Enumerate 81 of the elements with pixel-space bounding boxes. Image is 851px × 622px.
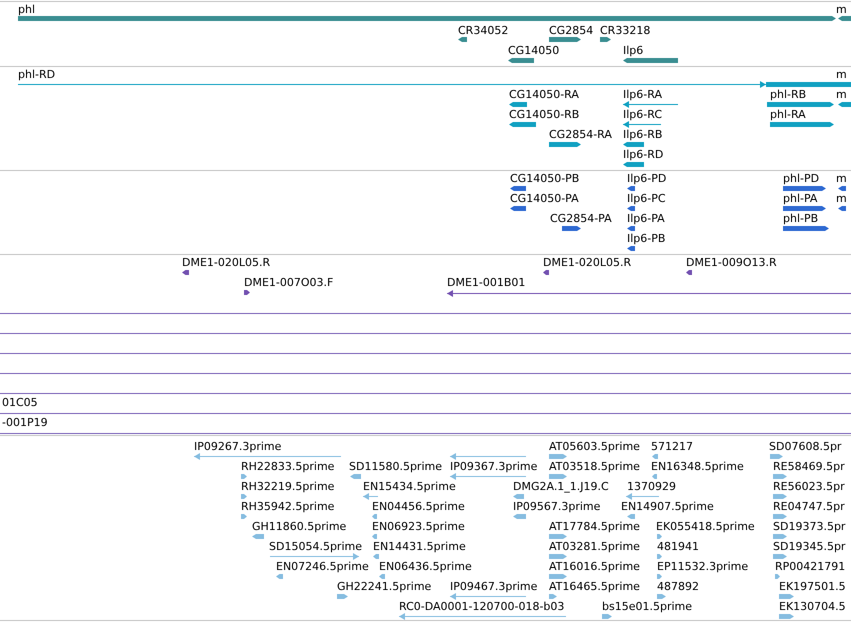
feature-label: AT03518.5prime: [549, 460, 640, 473]
feature-label: EK197501.5: [779, 580, 846, 593]
feature-label: DME1-007O03.F: [244, 276, 334, 289]
feature-label: DMG2A.1_1.J19.C: [513, 480, 609, 493]
feature-label: SD19373.5pr: [773, 520, 846, 533]
feature-label: phl-PD: [783, 172, 820, 185]
feature-label: m: [836, 68, 847, 81]
feature-label: phl-RA: [770, 108, 806, 121]
feature-label: bs15e01.5prime: [602, 600, 692, 613]
feature-label: m: [836, 3, 847, 16]
feature-label: GH11860.5prime: [252, 520, 346, 533]
feature-label: AT17784.5prime: [549, 520, 640, 533]
feature-label: -001P19: [2, 416, 48, 429]
feature-label: CG2854-PA: [550, 212, 612, 225]
feature-label: EN14907.5prime: [621, 500, 714, 513]
feature-label: phl-PB: [783, 212, 818, 225]
feature-label: CG14050-PB: [510, 172, 580, 185]
feature-label: RE04747.5pr: [773, 500, 845, 513]
feature-label: EK130704.5: [779, 600, 846, 613]
feature-label: 01C05: [2, 396, 38, 409]
feature-label: EK055418.5prime: [656, 520, 755, 533]
feature-label: Ilp6-RA: [623, 88, 662, 101]
feature-label: DME1-009O13.R: [686, 256, 777, 269]
feature-label: CG2854: [549, 24, 594, 37]
feature-label: SD19345.5pr: [773, 540, 846, 553]
feature-label: 571217: [651, 440, 693, 453]
feature-label: phl-PA: [783, 192, 818, 205]
feature-label: IP09267.3prime: [194, 440, 282, 453]
feature-label: Ilp6: [623, 44, 644, 57]
feature-label: AT16016.5prime: [549, 560, 640, 573]
feature-label: AT16465.5prime: [549, 580, 640, 593]
feature-label: DME1-020L05.R: [182, 256, 270, 269]
feature-label: phl-RB: [770, 88, 806, 101]
feature-label: SD11580.5prime: [349, 460, 442, 473]
feature-label: CG14050-RB: [509, 108, 580, 121]
feature-label: IP09567.3prime: [513, 500, 600, 513]
feature-label: CG2854-RA: [549, 128, 612, 141]
feature-label: EN14431.5prime: [373, 540, 466, 553]
feature-label: GH22241.5prime: [337, 580, 432, 593]
feature-label: phl-RD: [18, 68, 56, 81]
feature-label: EN07246.5prime: [276, 560, 369, 573]
feature-label: Ilp6-PB: [627, 232, 666, 245]
feature-label: CG14050-PA: [510, 192, 579, 205]
feature-label: IP09367.3prime: [450, 460, 538, 473]
feature-label: Ilp6-PA: [627, 212, 665, 225]
feature-label: 1370929: [627, 480, 676, 493]
feature-label: AT05603.5prime: [549, 440, 640, 453]
feature-label: Ilp6-RD: [623, 148, 664, 161]
feature-label: CR34052: [458, 24, 508, 37]
feature-label: SD15054.5prime: [269, 540, 362, 553]
feature-label: Ilp6-PD: [627, 172, 666, 185]
feature-label: AT03281.5prime: [549, 540, 640, 553]
feature-label: phl: [18, 3, 36, 16]
feature-label: CG14050-RA: [509, 88, 579, 101]
feature-label: RH32219.5prime: [241, 480, 334, 493]
feature-label: 481941: [657, 540, 699, 553]
feature-label: EN06923.5prime: [372, 520, 465, 533]
feature-label: EN16348.5prime: [651, 460, 744, 473]
feature-label: DME1-001B01: [447, 276, 526, 289]
feature-label: CR33218: [600, 24, 650, 37]
feature-label: EN04456.5prime: [372, 500, 465, 513]
feature-label: m: [836, 192, 847, 205]
feature-label: m: [836, 88, 847, 101]
feature-label: Ilp6-RC: [623, 108, 662, 121]
feature-label: Ilp6-RB: [623, 128, 662, 141]
feature-label: EP11532.3prime: [657, 560, 748, 573]
feature-label: EN06436.5prime: [379, 560, 472, 573]
feature-label: IP09467.3prime: [450, 580, 538, 593]
feature-label: RH35942.5prime: [241, 500, 334, 513]
feature-label: RH22833.5prime: [241, 460, 334, 473]
feature-label: RE56023.5pr: [773, 480, 845, 493]
feature-label: RP00421791: [775, 560, 846, 573]
feature-label: m: [836, 172, 847, 185]
feature-label: DME1-020L05.R: [543, 256, 632, 269]
feature-label: RE58469.5pr: [773, 460, 845, 473]
feature-label: 487892: [657, 580, 699, 593]
feature-label: RC0-DA0001-120700-018-b03: [399, 600, 564, 613]
feature-label: EN15434.5prime: [363, 480, 456, 493]
feature-label: CG14050: [508, 44, 560, 57]
feature-label: Ilp6-PC: [627, 192, 666, 205]
feature-label: SD07608.5pr: [769, 440, 842, 453]
